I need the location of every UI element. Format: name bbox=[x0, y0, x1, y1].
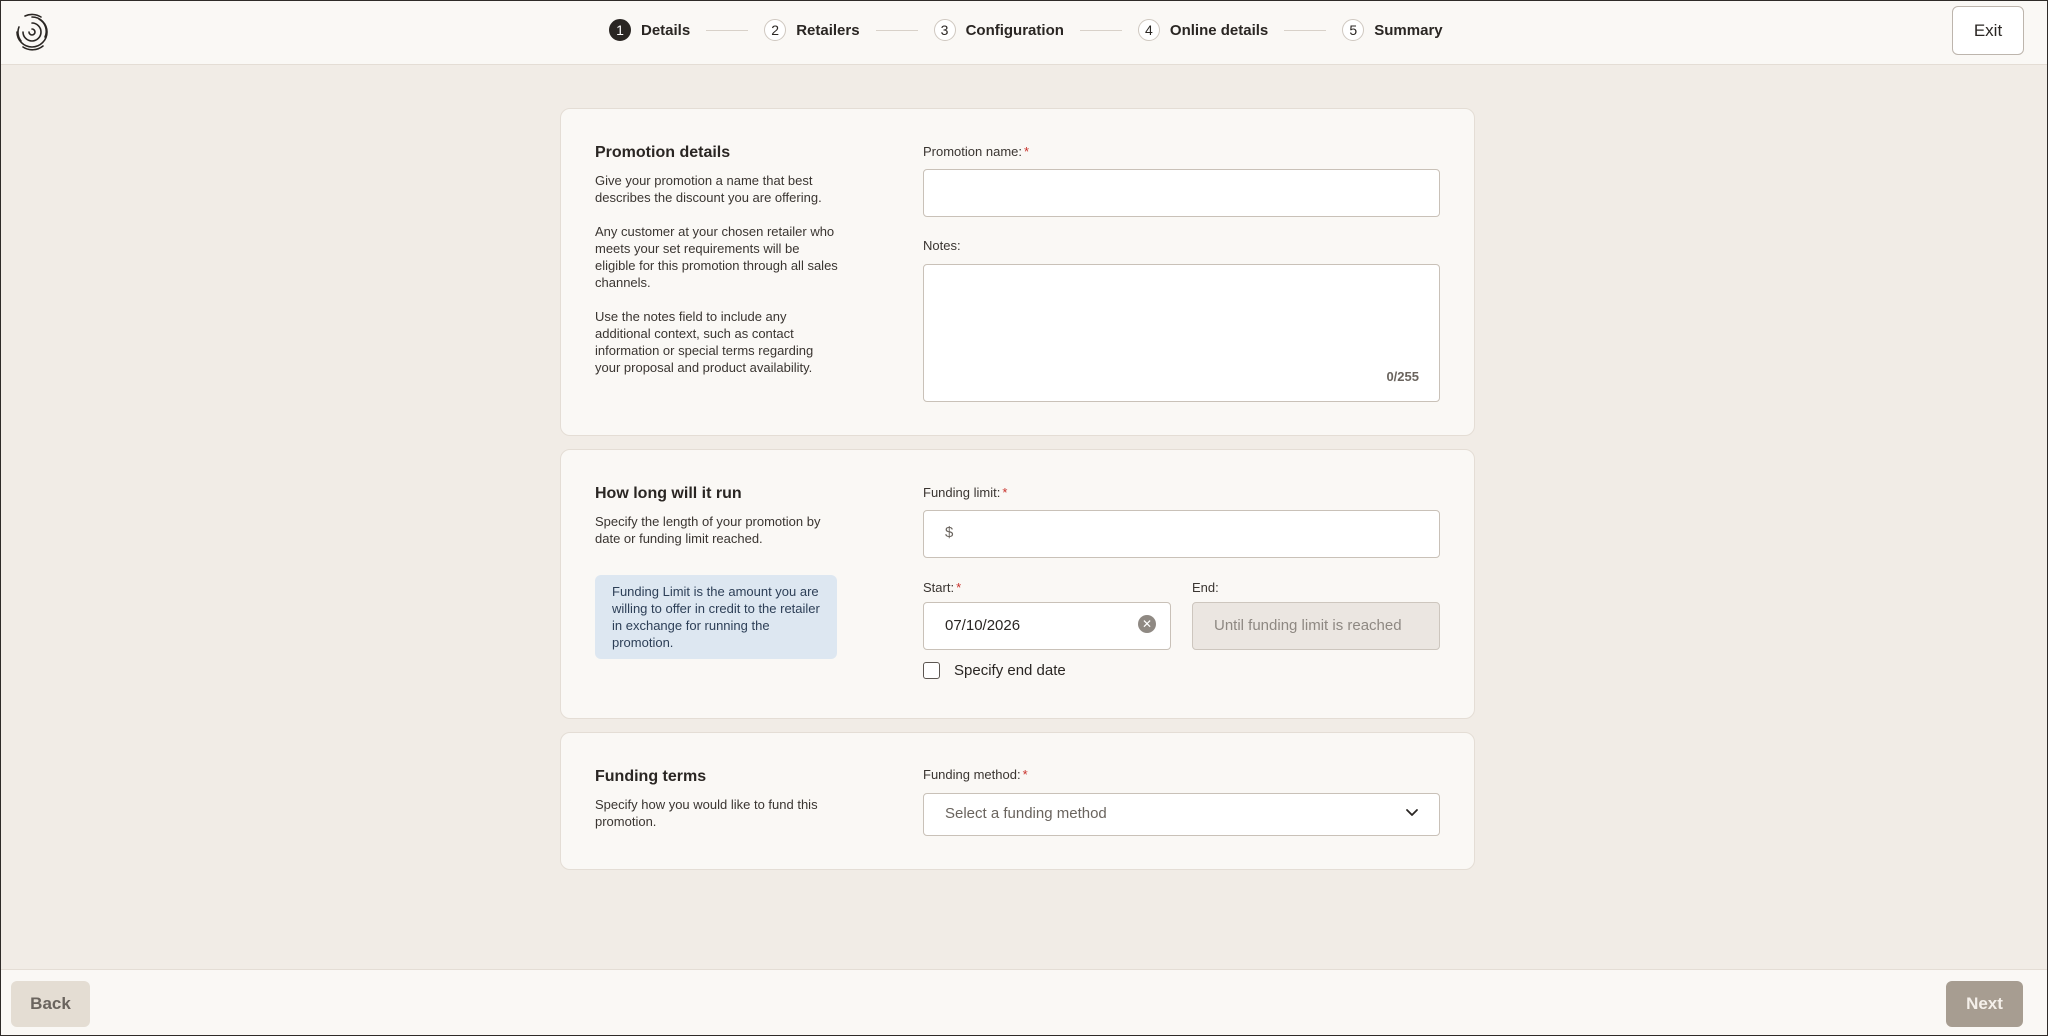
end-label: End: bbox=[1192, 580, 1219, 595]
section-title: How long will it run bbox=[595, 485, 742, 502]
step-number: 2 bbox=[764, 19, 787, 41]
label-text: Start: bbox=[923, 580, 955, 595]
step-divider bbox=[1079, 29, 1122, 31]
duration-intro: How long will it run Specify the length … bbox=[595, 485, 840, 659]
step-online-details[interactable]: 4 Online details bbox=[1137, 19, 1269, 41]
step-label: Configuration bbox=[965, 21, 1064, 39]
promotion-details-intro: Promotion details Give your promotion a … bbox=[595, 144, 840, 376]
start-label: Start: * bbox=[923, 580, 961, 595]
funding-method-placeholder: Select a funding method bbox=[945, 805, 1107, 822]
required-marker: * bbox=[1002, 485, 1008, 500]
funding-limit-label: Funding limit: * bbox=[923, 485, 1007, 500]
specify-end-date-checkbox[interactable] bbox=[923, 662, 940, 679]
funding-limit-info-box: Funding Limit is the amount you are will… bbox=[595, 575, 837, 659]
funding-method-select[interactable]: Select a funding method bbox=[923, 793, 1440, 836]
step-label: Details bbox=[641, 21, 691, 39]
description-text: Give your promotion a name that best des… bbox=[595, 173, 822, 205]
label-text: Funding limit: bbox=[923, 485, 1001, 500]
step-number: 5 bbox=[1342, 19, 1365, 41]
step-label: Retailers bbox=[796, 21, 860, 39]
bottom-bar: Back Next bbox=[1, 969, 2047, 1035]
description-text: Use the notes field to include any addit… bbox=[595, 309, 814, 375]
funding-terms-intro: Funding terms Specify how you would like… bbox=[595, 768, 840, 830]
top-bar: 1 Details 2 Retailers 3 Configuration 4 … bbox=[1, 1, 2047, 65]
step-divider bbox=[706, 29, 749, 31]
promotion-name-label: Promotion name: * bbox=[923, 144, 1029, 159]
description-text: Specify the length of your promotion by … bbox=[595, 514, 821, 546]
section-title: Promotion details bbox=[595, 144, 731, 161]
description-text: Specify how you would like to fund this … bbox=[595, 797, 818, 829]
step-number: 1 bbox=[609, 19, 631, 41]
required-marker: * bbox=[956, 580, 962, 595]
funding-terms-card: Funding terms Specify how you would like… bbox=[560, 732, 1475, 870]
label-text: Promotion name: bbox=[923, 144, 1022, 159]
promotion-name-input[interactable] bbox=[923, 169, 1440, 217]
step-retailers[interactable]: 2 Retailers bbox=[764, 19, 860, 41]
funding-method-label: Funding method: * bbox=[923, 767, 1028, 782]
step-configuration[interactable]: 3 Configuration bbox=[933, 19, 1064, 41]
step-number: 3 bbox=[933, 19, 956, 41]
next-button[interactable]: Next bbox=[1946, 981, 2023, 1027]
required-marker: * bbox=[1024, 144, 1030, 159]
promotion-details-card: Promotion details Give your promotion a … bbox=[560, 108, 1475, 436]
step-summary[interactable]: 5 Summary bbox=[1342, 19, 1443, 41]
step-divider bbox=[875, 29, 918, 31]
label-text: Funding method: bbox=[923, 767, 1021, 782]
notes-textarea[interactable]: 0/255 bbox=[923, 264, 1440, 402]
end-date-input: Until funding limit is reached bbox=[1192, 602, 1440, 650]
duration-card: How long will it run Specify the length … bbox=[560, 449, 1475, 719]
step-label: Online details bbox=[1169, 21, 1269, 39]
step-label: Summary bbox=[1374, 21, 1443, 39]
step-details[interactable]: 1 Details bbox=[609, 19, 690, 41]
notes-label: Notes: bbox=[923, 238, 961, 253]
start-date-input[interactable]: 07/10/2026 ✕ bbox=[923, 602, 1171, 650]
progress-stepper: 1 Details 2 Retailers 3 Configuration 4 … bbox=[609, 18, 1443, 42]
spiral-logo-icon[interactable] bbox=[11, 11, 53, 53]
funding-limit-input[interactable]: $ bbox=[923, 510, 1440, 558]
step-number: 4 bbox=[1137, 19, 1160, 41]
end-date-placeholder: Until funding limit is reached bbox=[1214, 617, 1402, 634]
chevron-down-icon bbox=[1406, 809, 1418, 816]
description-text: Any customer at your chosen retailer who… bbox=[595, 224, 838, 290]
clear-icon[interactable]: ✕ bbox=[1138, 615, 1156, 633]
character-counter: 0/255 bbox=[1386, 369, 1419, 384]
section-title: Funding terms bbox=[595, 768, 707, 785]
start-date-value: 07/10/2026 bbox=[945, 617, 1021, 634]
step-divider bbox=[1284, 29, 1327, 31]
exit-button[interactable]: Exit bbox=[1952, 6, 2024, 55]
back-button[interactable]: Back bbox=[11, 981, 90, 1027]
currency-symbol: $ bbox=[945, 524, 954, 541]
specify-end-date-label[interactable]: Specify end date bbox=[954, 662, 1066, 679]
required-marker: * bbox=[1022, 767, 1028, 782]
